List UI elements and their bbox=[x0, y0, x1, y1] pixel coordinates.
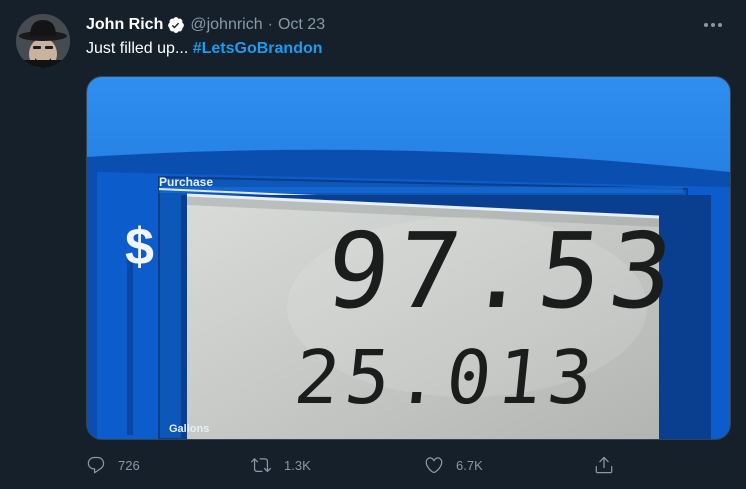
avatar[interactable] bbox=[16, 14, 70, 68]
gallons-readout: 25.013 bbox=[290, 335, 603, 421]
retweet-button[interactable]: 1.3K bbox=[250, 452, 311, 478]
gallons-label: Gallons bbox=[169, 423, 210, 435]
like-count: 6.7K bbox=[456, 457, 483, 473]
purchase-label: Purchase bbox=[159, 175, 214, 189]
tweet-date[interactable]: Oct 23 bbox=[278, 16, 325, 34]
hashtag-link[interactable]: #LetsGoBrandon bbox=[193, 40, 323, 57]
share-icon bbox=[595, 456, 613, 474]
tweet-photo[interactable]: Purchase $ 97.53 25.013 Gallons bbox=[86, 76, 731, 440]
tweet-actions: 726 1.3K 6.7K bbox=[86, 452, 626, 478]
reply-icon bbox=[87, 456, 105, 474]
reply-count: 726 bbox=[118, 457, 140, 473]
author-name[interactable]: John Rich bbox=[86, 16, 163, 34]
share-button[interactable] bbox=[594, 452, 626, 478]
dollar-sign: $ bbox=[125, 218, 154, 276]
like-button[interactable]: 6.7K bbox=[424, 452, 483, 478]
tweet-header: John Rich @johnrich · Oct 23 bbox=[86, 14, 726, 36]
separator-dot: · bbox=[267, 16, 273, 33]
reply-button[interactable]: 726 bbox=[86, 452, 140, 478]
retweet-icon bbox=[251, 458, 271, 473]
more-icon[interactable] bbox=[700, 14, 726, 36]
retweet-count: 1.3K bbox=[284, 457, 311, 473]
tweet-text: Just filled up... #LetsGoBrandon bbox=[86, 38, 323, 60]
like-icon bbox=[425, 457, 443, 474]
author-handle[interactable]: @johnrich bbox=[190, 16, 262, 34]
verified-badge-icon bbox=[167, 16, 185, 34]
tweet-text-body: Just filled up... bbox=[86, 40, 193, 57]
avatar-image bbox=[16, 14, 70, 68]
price-readout: 97.53 bbox=[320, 210, 687, 332]
